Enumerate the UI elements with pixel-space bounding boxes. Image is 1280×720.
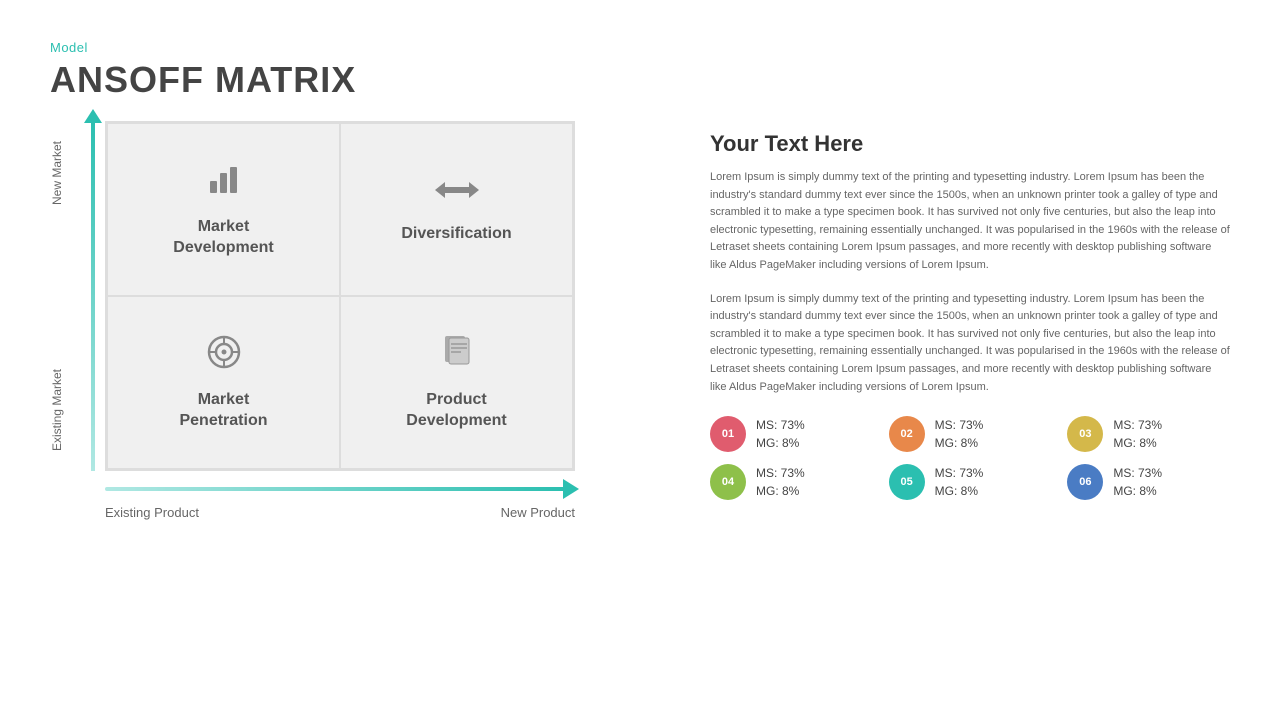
target-icon bbox=[206, 334, 242, 378]
page-title: ANSOFF MATRIX bbox=[50, 59, 1230, 101]
stat-item-04: 04 MS: 73%MG: 8% bbox=[710, 464, 873, 500]
text-paragraph-1: Lorem Ipsum is simply dummy text of the … bbox=[710, 169, 1230, 275]
y-label-new-market: New Market bbox=[50, 141, 64, 205]
header-model-label: Model bbox=[50, 40, 1230, 55]
right-content: Your Text Here Lorem Ipsum is simply dum… bbox=[710, 121, 1230, 500]
cell-market-penetration-label: MarketPenetration bbox=[179, 390, 267, 432]
cell-product-development: ProductDevelopment bbox=[340, 296, 573, 469]
stat-text-06: MS: 73%MG: 8% bbox=[1113, 464, 1162, 500]
stat-badge-03: 03 bbox=[1067, 416, 1103, 452]
stat-item-06: 06 MS: 73%MG: 8% bbox=[1067, 464, 1230, 500]
book-icon bbox=[441, 334, 473, 378]
stat-badge-06: 06 bbox=[1067, 464, 1103, 500]
stat-item-05: 05 MS: 73%MG: 8% bbox=[889, 464, 1052, 500]
stat-item-01: 01 MS: 73%MG: 8% bbox=[710, 416, 873, 452]
bar-chart-icon bbox=[206, 161, 242, 205]
stat-text-02: MS: 73%MG: 8% bbox=[935, 416, 984, 452]
stat-text-05: MS: 73%MG: 8% bbox=[935, 464, 984, 500]
y-axis: New Market Existing Market bbox=[50, 121, 105, 471]
stat-text-03: MS: 73%MG: 8% bbox=[1113, 416, 1162, 452]
stat-ms-05: MS: 73% bbox=[935, 464, 984, 482]
stats-grid: 01MS: 73%MG: 8%02MS: 73%MG: 8%03MS: 73%M… bbox=[710, 416, 1230, 500]
stat-mg-02: MG: 8% bbox=[935, 434, 984, 452]
cell-product-development-label: ProductDevelopment bbox=[406, 390, 506, 432]
cell-market-development-label: MarketDevelopment bbox=[173, 217, 273, 259]
stat-ms-03: MS: 73% bbox=[1113, 416, 1162, 434]
ansoff-grid: MarketDevelopment Diversification bbox=[105, 121, 575, 471]
stat-badge-04: 04 bbox=[710, 464, 746, 500]
stat-mg-03: MG: 8% bbox=[1113, 434, 1162, 452]
y-label-existing-market: Existing Market bbox=[50, 369, 64, 451]
cell-market-penetration: MarketPenetration bbox=[107, 296, 340, 469]
arrows-icon bbox=[435, 175, 479, 212]
text-heading: Your Text Here bbox=[710, 131, 1230, 157]
stat-ms-04: MS: 73% bbox=[756, 464, 805, 482]
cell-diversification: Diversification bbox=[340, 123, 573, 296]
stat-mg-01: MG: 8% bbox=[756, 434, 805, 452]
stat-ms-02: MS: 73% bbox=[935, 416, 984, 434]
cell-diversification-label: Diversification bbox=[401, 224, 511, 245]
stat-mg-04: MG: 8% bbox=[756, 482, 805, 500]
cell-market-development: MarketDevelopment bbox=[107, 123, 340, 296]
text-paragraph-2: Lorem Ipsum is simply dummy text of the … bbox=[710, 291, 1230, 397]
stat-text-04: MS: 73%MG: 8% bbox=[756, 464, 805, 500]
stat-item-02: 02 MS: 73%MG: 8% bbox=[889, 416, 1052, 452]
x-label-existing-product: Existing Product bbox=[105, 505, 199, 520]
stat-mg-05: MG: 8% bbox=[935, 482, 984, 500]
stat-ms-01: MS: 73% bbox=[756, 416, 805, 434]
stat-mg-06: MG: 8% bbox=[1113, 482, 1162, 500]
stat-badge-01: 01 bbox=[710, 416, 746, 452]
stat-item-03: 03 MS: 73%MG: 8% bbox=[1067, 416, 1230, 452]
stat-badge-02: 02 bbox=[889, 416, 925, 452]
stat-ms-06: MS: 73% bbox=[1113, 464, 1162, 482]
stat-text-01: MS: 73%MG: 8% bbox=[756, 416, 805, 452]
stat-badge-05: 05 bbox=[889, 464, 925, 500]
x-label-new-product: New Product bbox=[501, 505, 575, 520]
matrix-area: New Market Existing Market bbox=[50, 121, 670, 520]
